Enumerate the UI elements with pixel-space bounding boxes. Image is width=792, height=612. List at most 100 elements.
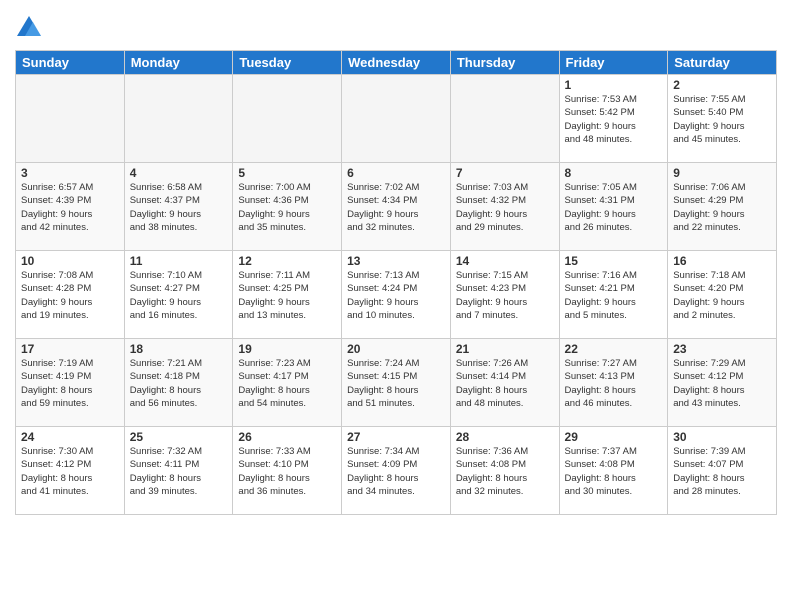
day-info: Sunrise: 7:29 AM Sunset: 4:12 PM Dayligh… (673, 357, 771, 410)
day-number: 8 (565, 166, 663, 180)
calendar-cell: 25Sunrise: 7:32 AM Sunset: 4:11 PM Dayli… (124, 427, 233, 515)
day-number: 4 (130, 166, 228, 180)
calendar-header-row: SundayMondayTuesdayWednesdayThursdayFrid… (16, 51, 777, 75)
day-header-sunday: Sunday (16, 51, 125, 75)
day-number: 25 (130, 430, 228, 444)
day-number: 14 (456, 254, 554, 268)
day-info: Sunrise: 7:33 AM Sunset: 4:10 PM Dayligh… (238, 445, 336, 498)
day-info: Sunrise: 7:21 AM Sunset: 4:18 PM Dayligh… (130, 357, 228, 410)
page: SundayMondayTuesdayWednesdayThursdayFrid… (0, 0, 792, 612)
calendar: SundayMondayTuesdayWednesdayThursdayFrid… (15, 50, 777, 515)
logo (15, 14, 46, 42)
day-info: Sunrise: 7:10 AM Sunset: 4:27 PM Dayligh… (130, 269, 228, 322)
calendar-cell (342, 75, 451, 163)
day-number: 7 (456, 166, 554, 180)
day-info: Sunrise: 7:02 AM Sunset: 4:34 PM Dayligh… (347, 181, 445, 234)
calendar-week-3: 10Sunrise: 7:08 AM Sunset: 4:28 PM Dayli… (16, 251, 777, 339)
calendar-cell: 4Sunrise: 6:58 AM Sunset: 4:37 PM Daylig… (124, 163, 233, 251)
header (15, 10, 777, 42)
day-header-monday: Monday (124, 51, 233, 75)
day-number: 23 (673, 342, 771, 356)
day-info: Sunrise: 7:37 AM Sunset: 4:08 PM Dayligh… (565, 445, 663, 498)
calendar-cell: 9Sunrise: 7:06 AM Sunset: 4:29 PM Daylig… (668, 163, 777, 251)
calendar-cell: 14Sunrise: 7:15 AM Sunset: 4:23 PM Dayli… (450, 251, 559, 339)
day-info: Sunrise: 7:55 AM Sunset: 5:40 PM Dayligh… (673, 93, 771, 146)
calendar-cell: 10Sunrise: 7:08 AM Sunset: 4:28 PM Dayli… (16, 251, 125, 339)
day-info: Sunrise: 7:05 AM Sunset: 4:31 PM Dayligh… (565, 181, 663, 234)
calendar-week-1: 1Sunrise: 7:53 AM Sunset: 5:42 PM Daylig… (16, 75, 777, 163)
day-number: 29 (565, 430, 663, 444)
day-number: 5 (238, 166, 336, 180)
day-info: Sunrise: 7:26 AM Sunset: 4:14 PM Dayligh… (456, 357, 554, 410)
day-info: Sunrise: 7:23 AM Sunset: 4:17 PM Dayligh… (238, 357, 336, 410)
day-info: Sunrise: 7:24 AM Sunset: 4:15 PM Dayligh… (347, 357, 445, 410)
day-number: 28 (456, 430, 554, 444)
day-number: 2 (673, 78, 771, 92)
day-info: Sunrise: 7:27 AM Sunset: 4:13 PM Dayligh… (565, 357, 663, 410)
day-number: 16 (673, 254, 771, 268)
calendar-cell: 23Sunrise: 7:29 AM Sunset: 4:12 PM Dayli… (668, 339, 777, 427)
day-info: Sunrise: 7:34 AM Sunset: 4:09 PM Dayligh… (347, 445, 445, 498)
day-number: 20 (347, 342, 445, 356)
day-info: Sunrise: 7:53 AM Sunset: 5:42 PM Dayligh… (565, 93, 663, 146)
day-number: 19 (238, 342, 336, 356)
calendar-cell: 11Sunrise: 7:10 AM Sunset: 4:27 PM Dayli… (124, 251, 233, 339)
calendar-cell (450, 75, 559, 163)
day-number: 1 (565, 78, 663, 92)
day-number: 22 (565, 342, 663, 356)
day-number: 12 (238, 254, 336, 268)
day-number: 3 (21, 166, 119, 180)
calendar-cell: 1Sunrise: 7:53 AM Sunset: 5:42 PM Daylig… (559, 75, 668, 163)
day-info: Sunrise: 7:19 AM Sunset: 4:19 PM Dayligh… (21, 357, 119, 410)
calendar-cell: 28Sunrise: 7:36 AM Sunset: 4:08 PM Dayli… (450, 427, 559, 515)
calendar-week-5: 24Sunrise: 7:30 AM Sunset: 4:12 PM Dayli… (16, 427, 777, 515)
calendar-cell: 26Sunrise: 7:33 AM Sunset: 4:10 PM Dayli… (233, 427, 342, 515)
day-number: 10 (21, 254, 119, 268)
calendar-cell (16, 75, 125, 163)
day-number: 30 (673, 430, 771, 444)
day-header-wednesday: Wednesday (342, 51, 451, 75)
day-number: 6 (347, 166, 445, 180)
day-header-friday: Friday (559, 51, 668, 75)
day-number: 15 (565, 254, 663, 268)
day-info: Sunrise: 7:30 AM Sunset: 4:12 PM Dayligh… (21, 445, 119, 498)
day-header-tuesday: Tuesday (233, 51, 342, 75)
calendar-week-4: 17Sunrise: 7:19 AM Sunset: 4:19 PM Dayli… (16, 339, 777, 427)
calendar-cell: 21Sunrise: 7:26 AM Sunset: 4:14 PM Dayli… (450, 339, 559, 427)
day-info: Sunrise: 7:39 AM Sunset: 4:07 PM Dayligh… (673, 445, 771, 498)
calendar-cell: 6Sunrise: 7:02 AM Sunset: 4:34 PM Daylig… (342, 163, 451, 251)
calendar-cell: 24Sunrise: 7:30 AM Sunset: 4:12 PM Dayli… (16, 427, 125, 515)
calendar-cell: 20Sunrise: 7:24 AM Sunset: 4:15 PM Dayli… (342, 339, 451, 427)
day-number: 27 (347, 430, 445, 444)
day-info: Sunrise: 7:03 AM Sunset: 4:32 PM Dayligh… (456, 181, 554, 234)
calendar-cell: 18Sunrise: 7:21 AM Sunset: 4:18 PM Dayli… (124, 339, 233, 427)
day-info: Sunrise: 6:57 AM Sunset: 4:39 PM Dayligh… (21, 181, 119, 234)
calendar-cell: 13Sunrise: 7:13 AM Sunset: 4:24 PM Dayli… (342, 251, 451, 339)
calendar-cell (124, 75, 233, 163)
calendar-cell: 27Sunrise: 7:34 AM Sunset: 4:09 PM Dayli… (342, 427, 451, 515)
day-info: Sunrise: 7:00 AM Sunset: 4:36 PM Dayligh… (238, 181, 336, 234)
calendar-cell: 15Sunrise: 7:16 AM Sunset: 4:21 PM Dayli… (559, 251, 668, 339)
calendar-cell (233, 75, 342, 163)
day-header-thursday: Thursday (450, 51, 559, 75)
calendar-cell: 5Sunrise: 7:00 AM Sunset: 4:36 PM Daylig… (233, 163, 342, 251)
day-number: 17 (21, 342, 119, 356)
day-info: Sunrise: 7:08 AM Sunset: 4:28 PM Dayligh… (21, 269, 119, 322)
day-number: 9 (673, 166, 771, 180)
day-number: 26 (238, 430, 336, 444)
day-info: Sunrise: 7:36 AM Sunset: 4:08 PM Dayligh… (456, 445, 554, 498)
day-number: 24 (21, 430, 119, 444)
day-number: 11 (130, 254, 228, 268)
day-header-saturday: Saturday (668, 51, 777, 75)
calendar-cell: 12Sunrise: 7:11 AM Sunset: 4:25 PM Dayli… (233, 251, 342, 339)
calendar-cell: 17Sunrise: 7:19 AM Sunset: 4:19 PM Dayli… (16, 339, 125, 427)
day-info: Sunrise: 7:32 AM Sunset: 4:11 PM Dayligh… (130, 445, 228, 498)
day-info: Sunrise: 7:18 AM Sunset: 4:20 PM Dayligh… (673, 269, 771, 322)
day-info: Sunrise: 7:13 AM Sunset: 4:24 PM Dayligh… (347, 269, 445, 322)
day-info: Sunrise: 7:15 AM Sunset: 4:23 PM Dayligh… (456, 269, 554, 322)
calendar-cell: 29Sunrise: 7:37 AM Sunset: 4:08 PM Dayli… (559, 427, 668, 515)
day-info: Sunrise: 7:06 AM Sunset: 4:29 PM Dayligh… (673, 181, 771, 234)
calendar-cell: 16Sunrise: 7:18 AM Sunset: 4:20 PM Dayli… (668, 251, 777, 339)
calendar-cell: 7Sunrise: 7:03 AM Sunset: 4:32 PM Daylig… (450, 163, 559, 251)
calendar-week-2: 3Sunrise: 6:57 AM Sunset: 4:39 PM Daylig… (16, 163, 777, 251)
